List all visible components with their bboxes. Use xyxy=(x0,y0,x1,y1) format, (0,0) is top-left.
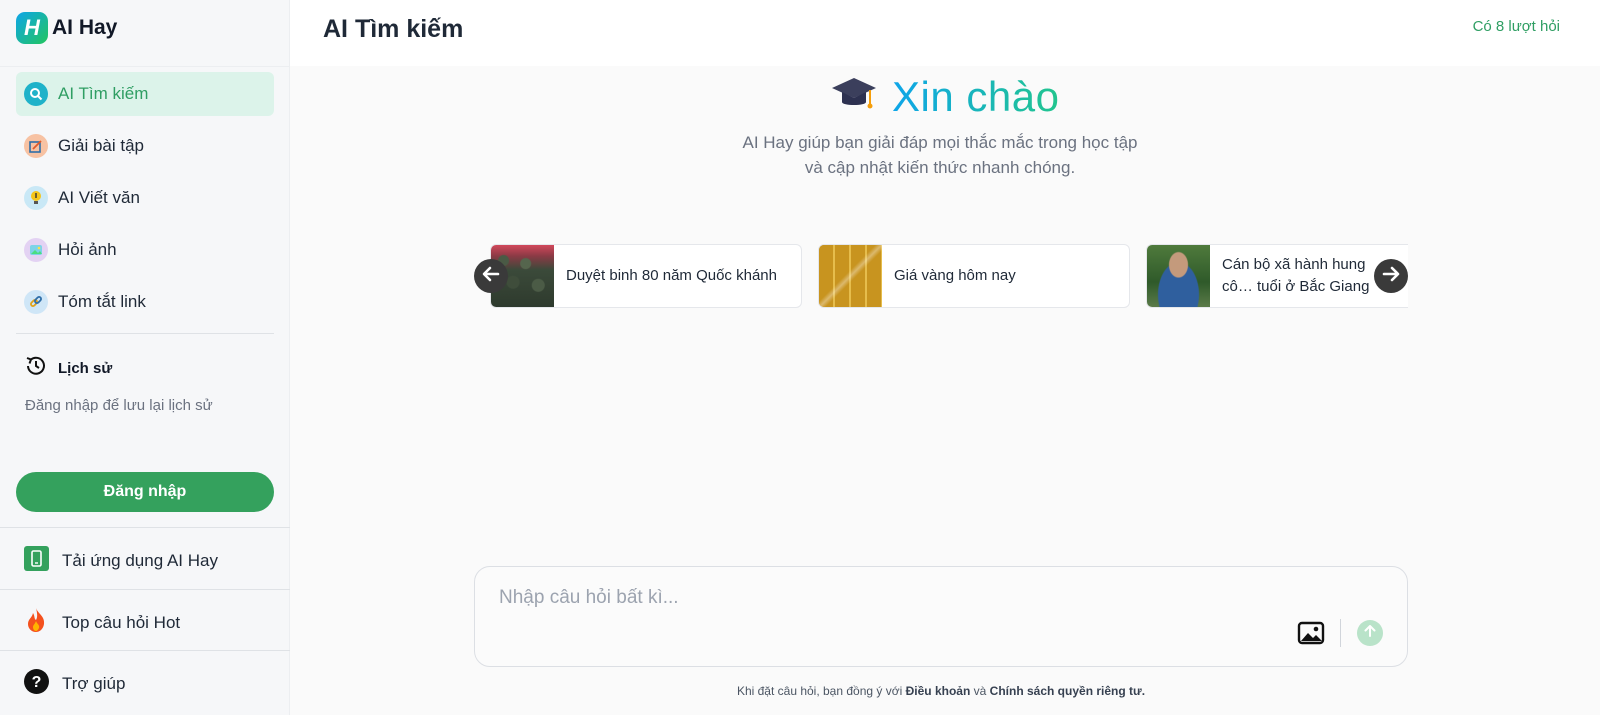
sidebar-item-homework[interactable]: Giải bài tập xyxy=(16,124,274,168)
history-title: Lịch sử xyxy=(58,360,113,377)
image-upload-icon[interactable] xyxy=(1297,619,1325,647)
help-link[interactable]: ? Trợ giúp xyxy=(24,669,125,699)
image-icon xyxy=(24,238,48,262)
suggestion-text: Duyệt binh 80 năm Quốc khánh xyxy=(566,267,777,284)
sidebar-item-ai-search[interactable]: AI Tìm kiếm xyxy=(16,72,274,116)
sidebar-item-label: AI Tìm kiếm xyxy=(58,84,149,103)
legal-and: và xyxy=(973,684,987,698)
sidebar-item-image-ask[interactable]: Hỏi ảnh xyxy=(16,228,274,272)
sidebar-header-divider xyxy=(0,66,290,67)
send-button[interactable] xyxy=(1357,620,1383,646)
top-header: AI Tìm kiếm Có 8 lượt hỏi xyxy=(290,0,1600,66)
suggestion-card[interactable]: Cán bộ xã hành hung cô… tuổi ở Bắc Giang xyxy=(1146,244,1408,308)
nav-divider xyxy=(16,333,274,334)
suggestion-card[interactable]: Duyệt binh 80 năm Quốc khánh xyxy=(490,244,802,308)
history-header: Lịch sử xyxy=(24,354,112,383)
question-input[interactable] xyxy=(499,587,1279,617)
sidebar-item-label: Giải bài tập xyxy=(58,136,144,155)
lightbulb-icon xyxy=(24,186,48,210)
suggestion-card[interactable]: Giá vàng hôm nay xyxy=(818,244,1130,308)
question-input-box xyxy=(474,566,1408,667)
download-app-label: Tải ứng dụng AI Hay xyxy=(62,551,218,570)
greeting-title: Xin chào xyxy=(892,72,1060,120)
graduation-cap-icon xyxy=(830,72,878,121)
greeting-heading: Xin chào xyxy=(830,72,1059,121)
link-icon xyxy=(24,290,48,314)
history-hint: Đăng nhập để lưu lại lịch sử xyxy=(25,397,213,414)
legal-notice: Khi đặt câu hỏi, bạn đồng ý với Điều kho… xyxy=(474,684,1408,698)
login-button[interactable]: Đăng nhập xyxy=(16,472,274,512)
suggestion-text: Cán bộ xã hành hung cô… tuổi ở Bắc Giang xyxy=(1222,256,1370,295)
sidebar-item-label: AI Viết văn xyxy=(58,188,140,207)
sidebar-item-summarize-link[interactable]: Tóm tắt link xyxy=(16,280,274,324)
carousel-prev-button[interactable] xyxy=(474,259,508,293)
legal-prefix: Khi đặt câu hỏi, bạn đồng ý với xyxy=(736,684,903,698)
help-icon: ? xyxy=(24,669,49,699)
portrait-thumbnail xyxy=(1147,245,1210,307)
sidebar-item-ai-writing[interactable]: AI Viết văn xyxy=(16,176,274,220)
bottom-divider xyxy=(0,650,290,651)
hot-questions-link[interactable]: Top câu hỏi Hot xyxy=(24,607,180,638)
phone-icon xyxy=(24,546,49,576)
terms-link[interactable]: Điều khoản xyxy=(906,684,971,698)
bottom-divider xyxy=(0,589,290,590)
arrow-right-icon xyxy=(1381,264,1401,289)
homework-icon xyxy=(24,134,48,158)
arrow-left-icon xyxy=(481,264,501,289)
search-icon xyxy=(24,82,48,106)
sidebar-item-label: Tóm tắt link xyxy=(58,292,146,311)
arrow-up-icon xyxy=(1363,624,1377,643)
history-clock-icon xyxy=(24,354,48,383)
page-title: AI Tìm kiếm xyxy=(323,15,464,43)
svg-text:?: ? xyxy=(32,674,42,691)
carousel-next-button[interactable] xyxy=(1374,259,1408,293)
sidebar-item-label: Hỏi ảnh xyxy=(58,240,117,259)
question-quota: Có 8 lượt hỏi xyxy=(1472,18,1560,35)
logo[interactable]: H AI Hay xyxy=(16,12,117,44)
suggestion-carousel: Duyệt binh 80 năm Quốc khánh Giá vàng hô… xyxy=(474,244,1408,308)
hot-questions-label: Top câu hỏi Hot xyxy=(62,612,181,632)
suggestion-text: Giá vàng hôm nay xyxy=(894,267,1016,284)
gold-bars-thumbnail xyxy=(819,245,882,307)
sidebar: H AI Hay AI Tìm kiếm Giải bài tập AI Viế… xyxy=(0,0,290,715)
fire-icon xyxy=(24,607,49,638)
input-divider xyxy=(1340,619,1341,647)
bottom-divider xyxy=(0,527,290,528)
help-label: Trợ giúp xyxy=(62,674,126,693)
logo-text: AI Hay xyxy=(52,16,118,39)
privacy-link[interactable]: Chính sách quyền riêng tư. xyxy=(990,684,1145,698)
download-app-link[interactable]: Tải ứng dụng AI Hay xyxy=(24,546,218,576)
logo-mark-icon: H xyxy=(16,12,48,44)
greeting-subtitle: AI Hay giúp bạn giải đáp mọi thắc mắc tr… xyxy=(742,133,1138,177)
